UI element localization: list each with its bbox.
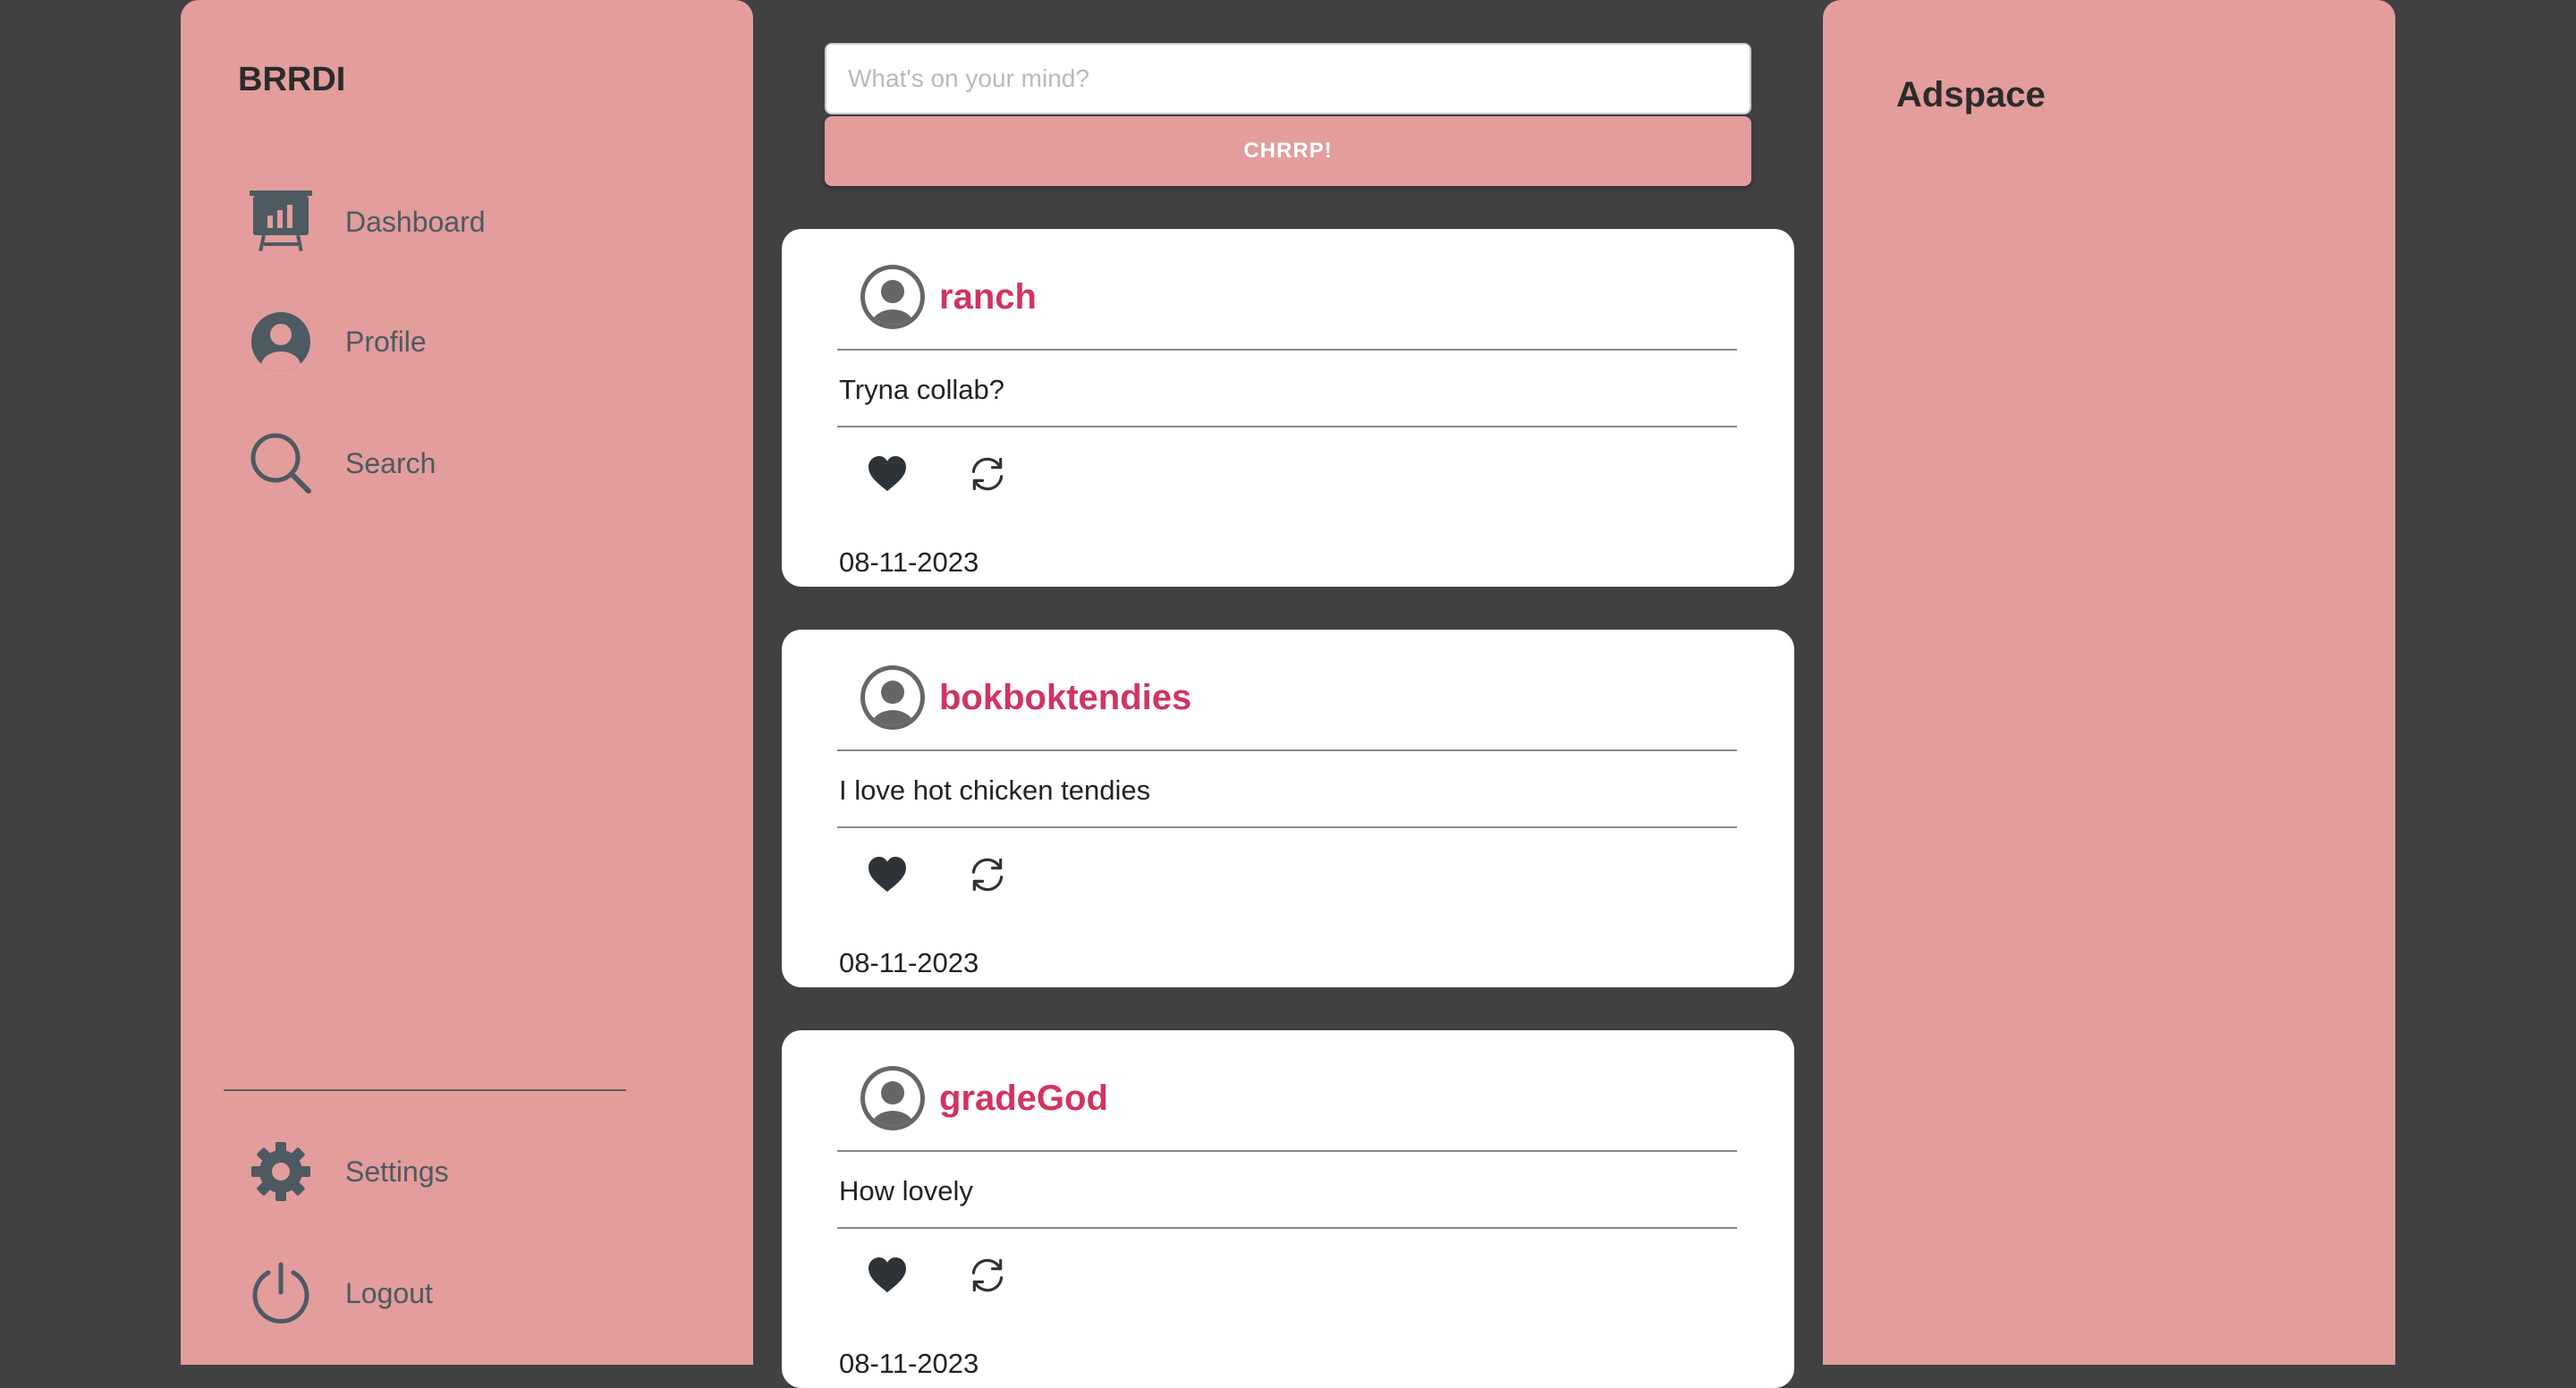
post-divider (837, 1150, 1737, 1152)
post-input[interactable] (825, 43, 1751, 114)
user-circle-icon (249, 309, 313, 374)
post-composer: CHRRP! (825, 43, 1751, 186)
avatar-icon[interactable] (860, 1066, 925, 1130)
sidebar-item-profile[interactable]: Profile (249, 306, 624, 377)
heart-icon[interactable] (866, 1254, 909, 1297)
post-header: bokboktendies (860, 665, 1191, 730)
sidebar-item-label: Settings (345, 1155, 449, 1188)
post-card: ranch Tryna collab? 08-11-2023 (782, 229, 1794, 587)
post-actions (866, 1254, 1009, 1297)
post-text: I love hot chicken tendies (839, 774, 1151, 806)
post-header: gradeGod (860, 1066, 1108, 1130)
post-divider (837, 749, 1737, 751)
avatar-icon[interactable] (860, 665, 925, 730)
post-text: Tryna collab? (839, 374, 1004, 405)
post-divider (837, 826, 1737, 828)
adspace-title: Adspace (1896, 75, 2046, 114)
post-username[interactable]: bokboktendies (939, 678, 1191, 718)
post-card: gradeGod How lovely 08-11-2023 (782, 1030, 1794, 1388)
avatar-icon[interactable] (860, 265, 925, 329)
sidebar-item-logout[interactable]: Logout (249, 1257, 624, 1329)
search-icon (249, 431, 313, 495)
gear-icon (249, 1139, 313, 1204)
repost-icon[interactable] (966, 453, 1009, 495)
sidebar-item-search[interactable]: Search (249, 427, 624, 499)
post-actions (866, 853, 1009, 896)
sidebar: BRRDI Dashboard Profile Search Settings … (181, 0, 753, 1365)
power-icon (249, 1261, 313, 1325)
post-divider (837, 349, 1737, 351)
post-date: 08-11-2023 (839, 947, 979, 978)
post-actions (866, 453, 1009, 495)
adspace-panel: Adspace (1823, 0, 2395, 1365)
brand-logo[interactable]: BRRDI (238, 61, 345, 99)
sidebar-item-label: Logout (345, 1276, 433, 1309)
chrrp-button[interactable]: CHRRP! (825, 116, 1751, 186)
repost-icon[interactable] (966, 853, 1009, 896)
sidebar-item-dashboard[interactable]: Dashboard (249, 186, 624, 258)
sidebar-item-label: Search (345, 446, 436, 479)
heart-icon[interactable] (866, 853, 909, 896)
post-text: How lovely (839, 1175, 973, 1206)
sidebar-divider (224, 1089, 626, 1091)
sidebar-item-settings[interactable]: Settings (249, 1136, 624, 1207)
post-username[interactable]: gradeGod (939, 1079, 1108, 1119)
post-date: 08-11-2023 (839, 1348, 979, 1379)
sidebar-item-label: Profile (345, 325, 427, 358)
post-date: 08-11-2023 (839, 546, 979, 578)
post-username[interactable]: ranch (939, 277, 1037, 317)
post-card: bokboktendies I love hot chicken tendies… (782, 630, 1794, 987)
heart-icon[interactable] (866, 453, 909, 495)
repost-icon[interactable] (966, 1254, 1009, 1297)
post-divider (837, 1227, 1737, 1229)
post-divider (837, 426, 1737, 427)
presentation-chart-icon (249, 190, 313, 254)
post-header: ranch (860, 265, 1037, 329)
sidebar-item-label: Dashboard (345, 205, 486, 238)
